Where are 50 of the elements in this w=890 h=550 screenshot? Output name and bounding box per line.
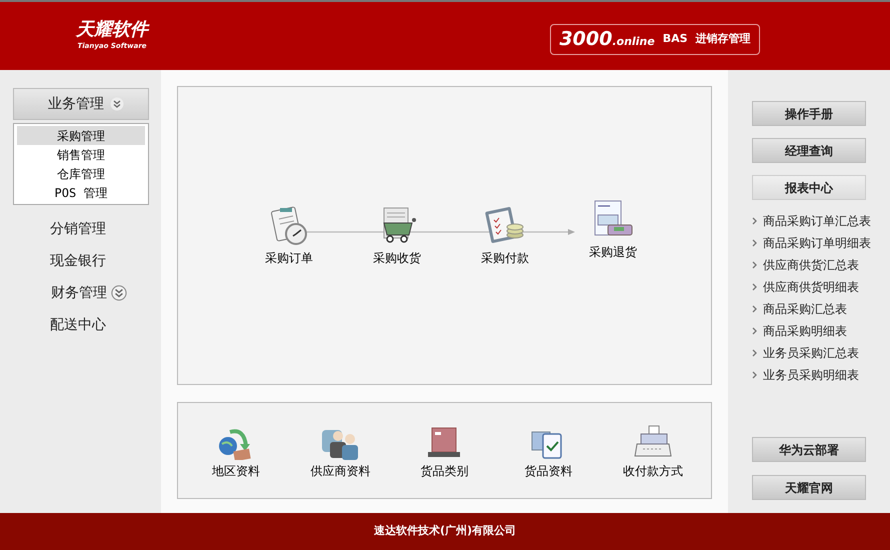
shortcut-label[interactable]: 地区资料 xyxy=(212,462,260,480)
menu-item[interactable]: 配送中心 xyxy=(13,309,149,341)
circled-chevron-icon xyxy=(111,285,127,301)
chevron-right-icon xyxy=(752,239,757,247)
report-link[interactable]: 商品采购汇总表 xyxy=(752,298,888,320)
report-link[interactable]: 业务员采购明细表 xyxy=(752,364,888,386)
step-label[interactable]: 采购退货 xyxy=(589,243,637,261)
submenu-item[interactable]: POS 管理 xyxy=(17,183,145,202)
submenu-item[interactable]: 仓库管理 xyxy=(17,164,145,183)
shortcut-label[interactable]: 货品类别 xyxy=(420,462,468,480)
version-number: 3000 xyxy=(559,28,612,50)
chevron-right-icon xyxy=(752,305,757,313)
submenu-item[interactable]: 销售管理 xyxy=(17,145,145,164)
menu-group-header[interactable]: 业务管理 xyxy=(13,88,149,120)
step-label[interactable]: 采购订单 xyxy=(265,249,313,267)
report-link[interactable]: 供应商供货汇总表 xyxy=(752,254,888,276)
side-button[interactable]: 操作手册 xyxy=(752,101,866,126)
clipboard-coins-icon[interactable] xyxy=(484,205,526,245)
shortcut-label[interactable]: 收付款方式 xyxy=(622,462,683,480)
report-link[interactable]: 商品采购明细表 xyxy=(752,320,888,342)
chevron-right-icon xyxy=(752,283,757,291)
version-suffix: .online xyxy=(612,34,655,48)
side-button[interactable]: 天耀官网 xyxy=(752,475,866,500)
company-name: 速达软件技术(广州)有限公司 xyxy=(374,523,516,540)
shortcut-label[interactable]: 货品资料 xyxy=(524,462,573,480)
report-link[interactable]: 供应商供货明细表 xyxy=(752,276,888,298)
side-button[interactable]: 经理查询 xyxy=(752,138,866,163)
edition-label: BAS xyxy=(662,30,688,47)
chevron-right-icon xyxy=(752,217,757,225)
chevron-right-icon xyxy=(752,261,757,269)
report-link[interactable]: 业务员采购汇总表 xyxy=(752,342,888,364)
report-center-header: 报表中心 xyxy=(752,175,866,200)
menu-item[interactable]: 现金银行 xyxy=(13,245,149,277)
menu-item[interactable]: 分销管理 xyxy=(13,213,149,245)
chevron-right-icon xyxy=(752,349,757,357)
menu-group-header[interactable]: 财务管理 xyxy=(13,277,149,309)
chevron-right-icon xyxy=(752,327,757,335)
product-name: 进销存管理 xyxy=(696,30,751,47)
submenu-item[interactable]: 采购管理 xyxy=(17,126,145,145)
clipboard-clock-icon[interactable] xyxy=(268,205,310,245)
cash-register-icon[interactable] xyxy=(632,424,673,460)
logo-title: 天耀软件 xyxy=(76,20,148,40)
chevron-right-icon xyxy=(752,371,757,379)
step-label[interactable]: 采购收货 xyxy=(373,249,421,267)
side-button[interactable]: 华为云部署 xyxy=(752,437,866,462)
shortcut-label[interactable]: 供应商资料 xyxy=(310,462,370,480)
report-link[interactable]: 商品采购订单汇总表 xyxy=(752,210,888,232)
step-label[interactable]: 采购付款 xyxy=(481,249,529,267)
report-link[interactable]: 商品采购订单明细表 xyxy=(752,232,888,254)
double-chevron-icon xyxy=(110,97,124,111)
